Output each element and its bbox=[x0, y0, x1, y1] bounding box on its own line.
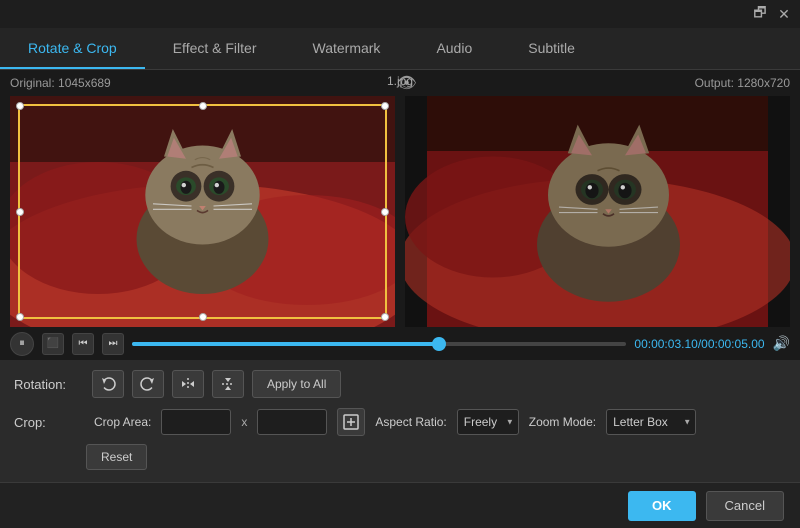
cat-image-left bbox=[10, 96, 395, 327]
aspect-ratio-select-wrapper[interactable]: Freely 16:9 4:3 1:1 bbox=[457, 409, 519, 435]
crop-row: Crop: Crop Area: ▲ ▼ x ▲ ▼ Aspect Rat bbox=[14, 408, 786, 436]
flip-v-icon bbox=[220, 376, 236, 392]
flip-h-icon bbox=[180, 376, 196, 392]
rotate-left-icon bbox=[100, 376, 116, 392]
crop-label: Crop: bbox=[14, 415, 84, 430]
tab-watermark[interactable]: Watermark bbox=[285, 28, 409, 69]
volume-icon[interactable]: 🔊 bbox=[773, 335, 790, 352]
minimize-button[interactable]: 🗗 bbox=[752, 6, 768, 22]
crop-height-spinbox[interactable]: ▲ ▼ bbox=[257, 409, 327, 435]
ok-button[interactable]: OK bbox=[628, 491, 696, 521]
stop-button[interactable]: ⬛ bbox=[42, 333, 64, 355]
zoom-mode-select[interactable]: Letter Box Pan & Scan Full bbox=[606, 409, 696, 435]
rotate-left-button[interactable] bbox=[92, 370, 124, 398]
preview-area: Original: 1045x689 👁 1.jpg Output: 1280x… bbox=[0, 70, 800, 360]
crop-height-input[interactable] bbox=[258, 415, 327, 429]
preview-left-panel bbox=[10, 96, 395, 327]
tab-audio[interactable]: Audio bbox=[408, 28, 500, 69]
crop-width-spinbox[interactable]: ▲ ▼ bbox=[161, 409, 231, 435]
output-size-label: Output: 1280x720 bbox=[695, 76, 790, 90]
tab-subtitle[interactable]: Subtitle bbox=[500, 28, 603, 69]
flip-horizontal-button[interactable] bbox=[172, 370, 204, 398]
controls-area: Rotation: bbox=[0, 360, 800, 480]
close-button[interactable]: ✕ bbox=[776, 6, 792, 22]
time-display: 00:00:03.10/00:00:05.00 bbox=[634, 337, 764, 351]
aspect-ratio-label: Aspect Ratio: bbox=[375, 415, 446, 429]
tab-rotate-crop[interactable]: Rotate & Crop bbox=[0, 28, 145, 69]
aspect-ratio-select[interactable]: Freely 16:9 4:3 1:1 bbox=[457, 409, 519, 435]
bottom-bar: OK Cancel bbox=[0, 482, 800, 528]
rotate-right-button[interactable] bbox=[132, 370, 164, 398]
crop-area-label: Crop Area: bbox=[94, 415, 151, 429]
prev-frame-button[interactable]: ⏮ bbox=[72, 333, 94, 355]
rotation-row: Rotation: bbox=[14, 370, 786, 398]
crop-width-input[interactable] bbox=[162, 415, 231, 429]
zoom-mode-select-wrapper[interactable]: Letter Box Pan & Scan Full bbox=[606, 409, 696, 435]
tabs-bar: Rotate & Crop Effect & Filter Watermark … bbox=[0, 28, 800, 70]
zoom-mode-label: Zoom Mode: bbox=[529, 415, 596, 429]
rotation-label: Rotation: bbox=[14, 377, 84, 392]
cancel-button[interactable]: Cancel bbox=[706, 491, 784, 521]
play-pause-button[interactable]: ⏸ bbox=[10, 332, 34, 356]
title-bar: 🗗 ✕ bbox=[0, 0, 800, 28]
flip-vertical-button[interactable] bbox=[212, 370, 244, 398]
timeline-bar: ⏸ ⬛ ⏮ ⏭ 00:00:03.10/00:00:05.00 🔊 bbox=[0, 327, 800, 360]
preview-panels bbox=[0, 96, 800, 327]
center-crop-icon bbox=[343, 414, 359, 430]
next-frame-button[interactable]: ⏭ bbox=[102, 333, 124, 355]
progress-track[interactable] bbox=[132, 342, 626, 346]
preview-right-panel bbox=[405, 96, 790, 327]
filename-label: 1.jpg bbox=[387, 74, 413, 88]
apply-to-all-button[interactable]: Apply to All bbox=[252, 370, 341, 398]
reset-button[interactable]: Reset bbox=[86, 444, 147, 470]
rotate-right-icon bbox=[140, 376, 156, 392]
x-separator: x bbox=[241, 415, 247, 429]
reset-row: Reset bbox=[14, 444, 786, 470]
progress-fill bbox=[132, 342, 439, 346]
center-crop-button[interactable] bbox=[337, 408, 365, 436]
cat-image-right bbox=[405, 96, 790, 327]
progress-thumb[interactable] bbox=[432, 337, 446, 351]
tab-effect-filter[interactable]: Effect & Filter bbox=[145, 28, 285, 69]
preview-info-bar: Original: 1045x689 👁 1.jpg Output: 1280x… bbox=[0, 70, 800, 96]
original-size-label: Original: 1045x689 bbox=[10, 76, 111, 90]
